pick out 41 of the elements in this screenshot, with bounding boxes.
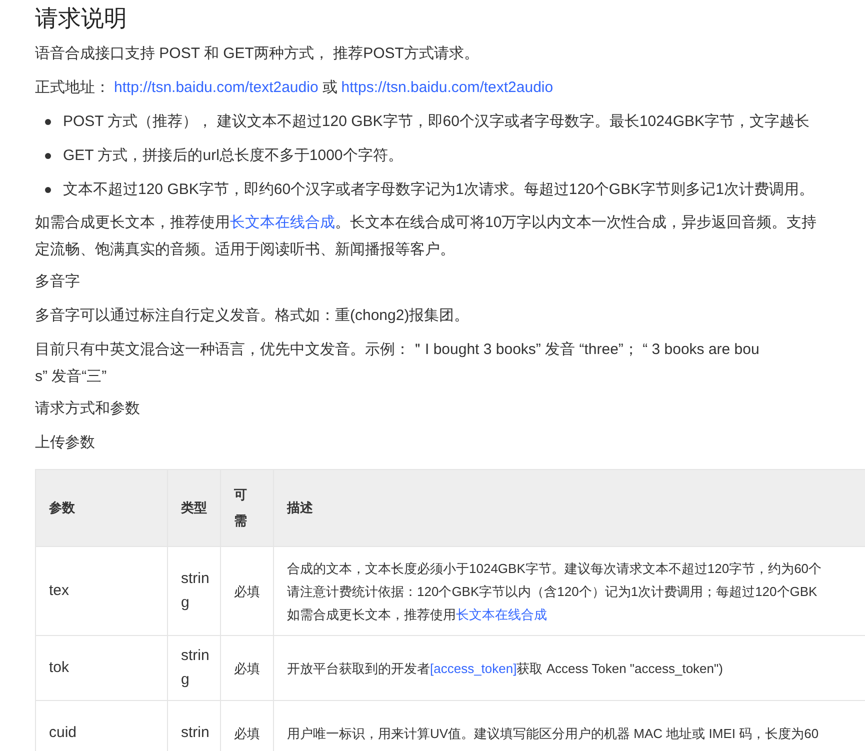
required-text: 必填	[234, 584, 260, 598]
bullet-icon	[45, 153, 51, 159]
column-header: 类型	[181, 500, 207, 516]
cell-text: 如需合成更长文本，推荐使用长文本在线合成	[287, 606, 548, 624]
bullet-text: 文本不超过120 GBK字节，即约60个汉字或者字母数字记为1次请求。每超过120个GBK字节则多记1次计费调用。	[63, 180, 814, 200]
subheading: 请求方式和参数	[35, 399, 141, 419]
param-name: cuid	[49, 724, 77, 741]
subheading: 上传参数	[35, 433, 96, 453]
cell-text: 用户唯一标识，用来计算UV值。建议填写能区分用户的机器 MAC 地址或 IMEI 码，长度为60	[287, 724, 820, 742]
param-type: string	[181, 569, 210, 613]
intro-text: 语音合成接口支持 POST 和 GET两种方式， 推荐POST方式请求。	[35, 44, 480, 64]
link[interactable]: http://tsn.baidu.com/text2audio	[114, 78, 318, 98]
column-header: 参数	[49, 500, 75, 516]
bullet-text: GET 方式，拼接后的url总长度不多于1000个字符。	[63, 146, 403, 166]
cell-text: 请注意计费统计依据：120个GBK字节以内（含120个）记为1次计费调用；每超过120个GBK	[287, 582, 818, 600]
address-label: 正式地址：	[35, 78, 110, 98]
link[interactable]: 长文本在线合成	[230, 214, 335, 231]
paragraph-line: 目前只有中英文混合这一种语言，优先中文发音。示例：＂I bought 3 books” 发音 “three”； “ 3 books are bou	[35, 340, 760, 360]
section-title: 请求说明	[35, 4, 128, 33]
column-header: 可需	[234, 486, 248, 530]
column-header: 描述	[287, 500, 313, 516]
bullet-icon	[45, 187, 51, 193]
paragraph-line: 定流畅、饱满真实的音频。适用于阅读听书、新闻播报等客户。	[35, 240, 456, 260]
param-type: string	[181, 646, 210, 690]
param-name: tex	[49, 582, 70, 599]
paragraph-line: 如需合成更长文本，推荐使用长文本在线合成。长文本在线合成可将10万字以内文本一次性合成，异步返回音频。支持	[35, 213, 818, 233]
required-text: 必填	[234, 726, 260, 740]
param-type: strin	[181, 723, 210, 743]
required-text: 必填	[234, 660, 260, 676]
bullet-icon	[45, 119, 51, 125]
paragraph-line: s” 发音“三”	[35, 367, 108, 387]
param-name: tok	[49, 658, 70, 676]
link[interactable]: [access_token]	[430, 660, 517, 676]
cell-text: 合成的文本，文本长度必须小于1024GBK字节。建议每次请求文本不超过120字节，约为60个	[287, 560, 823, 578]
cell-text: 开放平台获取到的开发者[access_token]获取 Access Token "access_token")	[287, 660, 724, 678]
separator-text: 或	[322, 78, 338, 98]
paragraph: 多音字可以通过标注自行定义发音。格式如：重(chong2)报集团。	[35, 306, 470, 326]
link[interactable]: 长文本在线合成	[456, 606, 547, 622]
bullet-text: POST 方式（推荐）， 建议文本不超过120 GBK字节，即60个汉字或者字母数字。最长1024GBK字节，文字越长	[63, 112, 810, 132]
subheading: 多音字	[35, 272, 81, 292]
link[interactable]: https://tsn.baidu.com/text2audio	[341, 78, 554, 98]
